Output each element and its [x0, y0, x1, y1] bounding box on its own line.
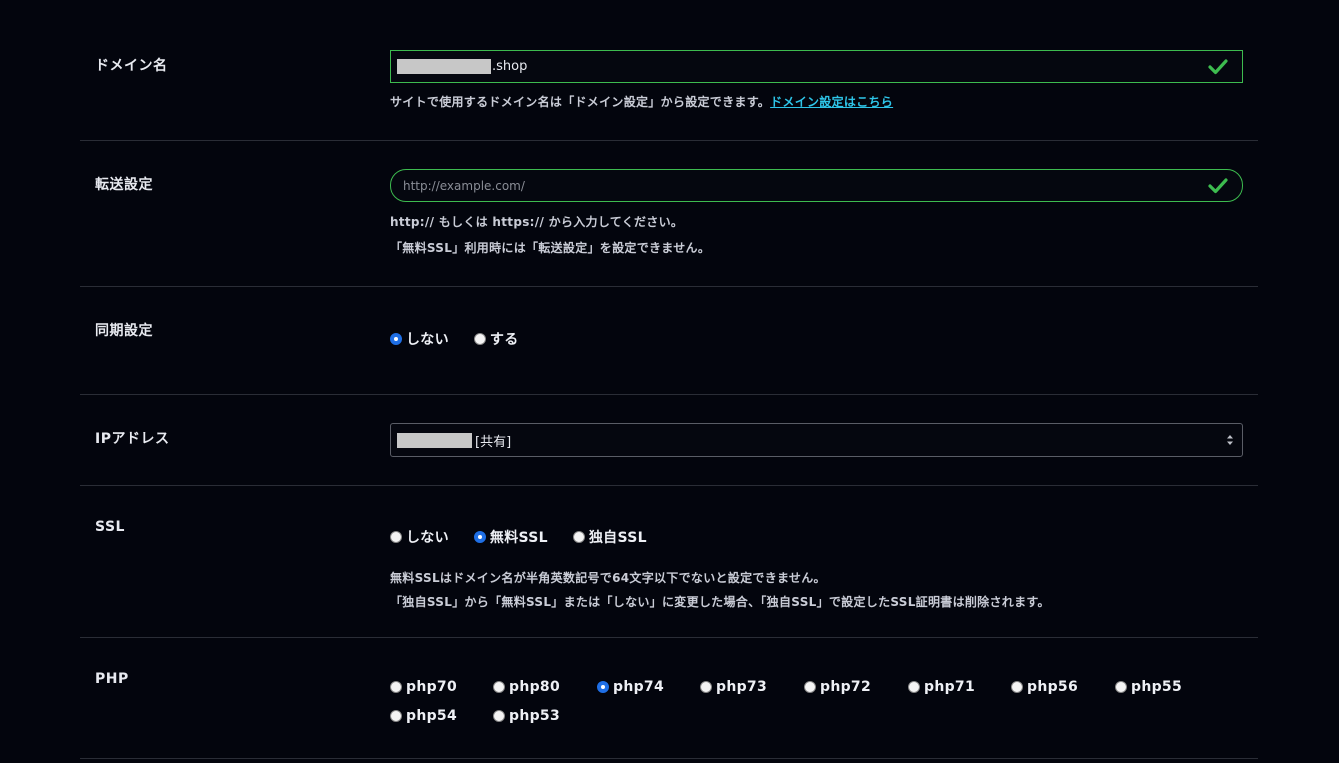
php-label: PHP — [95, 671, 129, 687]
domain-settings-link[interactable]: ドメイン設定はこちら — [770, 95, 893, 109]
redirect-help-2: 「無料SSL」利用時には「転送設定」を設定できません。 — [390, 241, 711, 255]
check-icon — [1208, 59, 1228, 75]
sync-option-off[interactable]: しない — [390, 329, 449, 349]
ssl-option-none[interactable]: しない — [390, 527, 449, 547]
radio-label: php71 — [924, 679, 975, 695]
radio-button[interactable] — [473, 333, 486, 345]
php-option-php73[interactable]: php73 — [700, 679, 767, 695]
ssl-radio-group: しない 無料SSL 独自SSL — [390, 527, 647, 547]
sync-row: 同期設定 しない する — [80, 287, 1258, 395]
radio-button[interactable] — [390, 710, 402, 722]
ip-select[interactable]: [共有] — [390, 423, 1243, 457]
radio-label: php73 — [716, 679, 767, 695]
domain-help: サイトで使用するドメイン名は「ドメイン設定」から設定できます。ドメイン設定はこち… — [390, 93, 1243, 110]
ip-row: IPアドレス [共有] — [80, 395, 1258, 486]
radio-label: php55 — [1131, 679, 1182, 695]
radio-button[interactable] — [390, 333, 402, 345]
domain-row: ドメイン名 .shop サイトで使用するドメイン名は「ドメイン設定」から設定でき… — [80, 0, 1258, 141]
php-option-php55[interactable]: php55 — [1115, 679, 1182, 695]
radio-label: php74 — [613, 679, 664, 695]
radio-label: 独自SSL — [588, 530, 647, 546]
radio-label: php53 — [509, 708, 560, 724]
ip-value-suffix: [共有] — [475, 434, 512, 450]
php-option-php80[interactable]: php80 — [493, 679, 560, 695]
redirect-row: 転送設定 http://example.com/ http:// もしくは ht… — [80, 141, 1258, 287]
php-option-php53[interactable]: php53 — [493, 708, 560, 724]
radio-button[interactable] — [1115, 681, 1127, 693]
ssl-help-1: 無料SSLはドメイン名が半角英数記号で64文字以下でないと設定できません。 — [390, 571, 826, 585]
redirect-url-input[interactable]: http://example.com/ — [390, 169, 1243, 202]
domain-label: ドメイン名 — [95, 58, 168, 74]
ssl-help-2: 「独自SSL」から「無料SSL」または「しない」に変更した場合、「独自SSL」で… — [390, 595, 1050, 609]
radio-button[interactable] — [390, 681, 402, 693]
php-option-php54[interactable]: php54 — [390, 708, 457, 724]
radio-label: php54 — [406, 708, 457, 724]
radio-label: php72 — [820, 679, 871, 695]
radio-label: php56 — [1027, 679, 1078, 695]
sync-option-on[interactable]: する — [473, 329, 519, 349]
redacted-text — [397, 432, 472, 448]
php-option-php72[interactable]: php72 — [804, 679, 871, 695]
redacted-text — [397, 59, 491, 74]
ssl-option-free[interactable]: 無料SSL — [473, 527, 548, 547]
radio-label: 無料SSL — [489, 530, 548, 546]
radio-label: する — [489, 332, 519, 348]
radio-button[interactable] — [700, 681, 712, 693]
site-settings-form: ドメイン名 .shop サイトで使用するドメイン名は「ドメイン設定」から設定でき… — [0, 0, 1339, 763]
domain-suffix: .shop — [492, 59, 528, 74]
radio-button[interactable] — [473, 531, 486, 543]
radio-button[interactable] — [493, 710, 505, 722]
ssl-label: SSL — [95, 519, 125, 535]
ssl-option-custom[interactable]: 独自SSL — [572, 527, 647, 547]
sync-radio-group: しない する — [390, 329, 519, 349]
sync-label: 同期設定 — [95, 323, 153, 339]
redirect-label: 転送設定 — [95, 177, 153, 193]
radio-label: php70 — [406, 679, 457, 695]
php-option-php71[interactable]: php71 — [908, 679, 975, 695]
radio-button[interactable] — [804, 681, 816, 693]
php-option-php70[interactable]: php70 — [390, 679, 457, 695]
radio-button[interactable] — [597, 681, 609, 693]
radio-button[interactable] — [390, 531, 402, 543]
radio-label: しない — [406, 332, 449, 348]
radio-button[interactable] — [572, 531, 585, 543]
radio-button[interactable] — [1011, 681, 1023, 693]
radio-button[interactable] — [908, 681, 920, 693]
radio-button[interactable] — [493, 681, 505, 693]
radio-label: しない — [406, 530, 449, 546]
php-option-php56[interactable]: php56 — [1011, 679, 1078, 695]
ip-label: IPアドレス — [95, 431, 170, 447]
domain-help-text: サイトで使用するドメイン名は「ドメイン設定」から設定できます。 — [390, 95, 771, 109]
php-option-php74[interactable]: php74 — [597, 679, 664, 695]
redirect-help-1: http:// もしくは https:// から入力してください。 — [390, 215, 684, 229]
php-row: PHP php70 php80 php74 php73 php72 php71 … — [80, 638, 1258, 759]
redirect-placeholder: http://example.com/ — [403, 178, 525, 193]
radio-label: php80 — [509, 679, 560, 695]
check-icon — [1208, 178, 1228, 194]
ssl-row: SSL しない 無料SSL 独自SSL 無料SSLはドメイン名が半角英数記号で6… — [80, 486, 1258, 638]
select-arrows-icon — [1227, 435, 1233, 445]
domain-input[interactable]: .shop — [390, 50, 1243, 83]
